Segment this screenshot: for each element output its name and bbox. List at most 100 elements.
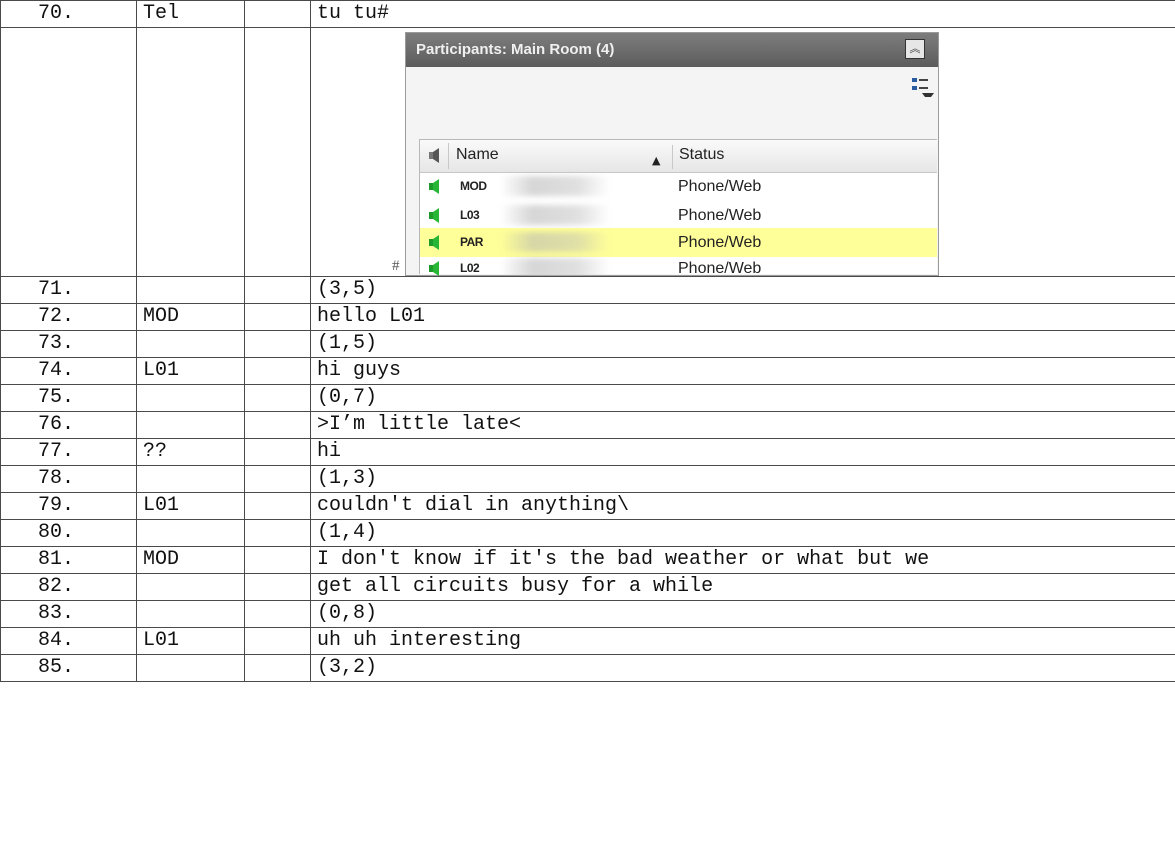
speaker-label xyxy=(136,384,245,412)
participant-row: L03 Phone/Web xyxy=(420,201,937,230)
participant-status: Phone/Web xyxy=(678,178,762,195)
transcript-row: 73. (1,5) xyxy=(0,330,1175,358)
speaker-label xyxy=(136,465,245,493)
utterance-text: (0,8) xyxy=(310,600,1175,628)
line-number: 77. xyxy=(0,438,137,466)
utterance-text: (3,2) xyxy=(310,654,1175,682)
utterance-text: tu tu# xyxy=(310,0,1175,28)
line-number: 83. xyxy=(0,600,137,628)
speaker-label: MOD xyxy=(136,546,245,574)
column-header-name: Name xyxy=(456,146,499,163)
line-number: 72. xyxy=(0,303,137,331)
line-number: 78. xyxy=(0,465,137,493)
utterance-text: >I’m little late< xyxy=(310,411,1175,439)
line-number: 70. xyxy=(0,0,137,28)
hash-mark: # xyxy=(392,258,400,274)
line-number xyxy=(0,27,137,277)
empty-cell xyxy=(244,546,311,574)
participants-panel-screenshot: Participants: Main Room (4) ︽ Name ▲ Sta… xyxy=(405,32,939,276)
transcript-row: 78. (1,3) xyxy=(0,465,1175,493)
utterance-text: couldn't dial in anything\ xyxy=(310,492,1175,520)
participant-status: Phone/Web xyxy=(678,207,762,224)
transcript-row: 84. L01 uh uh interesting xyxy=(0,627,1175,655)
participant-name: L03 xyxy=(460,208,480,222)
speaker-icon xyxy=(429,208,439,223)
screenshot-cell: # Participants: Main Room (4) ︽ Name ▲ S… xyxy=(310,27,1175,277)
utterance-text: hi xyxy=(310,438,1175,466)
transcript-row: 77. ?? hi xyxy=(0,438,1175,466)
participant-name: PAR xyxy=(460,235,483,249)
empty-cell xyxy=(244,384,311,412)
transcript-row: 75. (0,7) xyxy=(0,384,1175,412)
line-number: 73. xyxy=(0,330,137,358)
column-divider xyxy=(448,143,449,169)
line-number: 84. xyxy=(0,627,137,655)
empty-cell xyxy=(244,411,311,439)
empty-cell xyxy=(244,357,311,385)
transcript-table: 70. Tel tu tu# # Participants: Main Room… xyxy=(0,0,1175,682)
speaker-label xyxy=(136,276,245,304)
transcript-row: 81. MOD I don't know if it's the bad wea… xyxy=(0,546,1175,574)
speaker-label: MOD xyxy=(136,303,245,331)
transcript-row: 82. get all circuits busy for a while xyxy=(0,573,1175,601)
speaker-label: L01 xyxy=(136,357,245,385)
transcript-row: 80. (1,4) xyxy=(0,519,1175,547)
empty-cell xyxy=(244,627,311,655)
utterance-text: uh uh interesting xyxy=(310,627,1175,655)
speaker-label: L01 xyxy=(136,627,245,655)
speaker-label: Tel xyxy=(136,0,245,28)
participant-status: Phone/Web xyxy=(678,260,762,277)
utterance-text: hi guys xyxy=(310,357,1175,385)
participant-status: Phone/Web xyxy=(678,234,762,251)
line-number: 85. xyxy=(0,654,137,682)
transcript-row: 74. L01 hi guys xyxy=(0,357,1175,385)
transcript-row: 72. MOD hello L01 xyxy=(0,303,1175,331)
transcript-row: 70. Tel tu tu# xyxy=(0,0,1175,28)
redacted-name-blur xyxy=(500,205,610,225)
transcript-row: 79. L01 couldn't dial in anything\ xyxy=(0,492,1175,520)
empty-cell xyxy=(244,492,311,520)
empty-cell xyxy=(244,519,311,547)
utterance-text: hello L01 xyxy=(310,303,1175,331)
utterance-text: (1,3) xyxy=(310,465,1175,493)
speaker-label xyxy=(136,27,245,277)
redacted-name-blur xyxy=(500,258,610,276)
speaker-label: L01 xyxy=(136,492,245,520)
line-number: 74. xyxy=(0,357,137,385)
empty-cell xyxy=(244,0,311,28)
line-number: 76. xyxy=(0,411,137,439)
participants-grid: Name ▲ Status MOD Phone/Web L03 Phone/We… xyxy=(419,139,937,277)
speaker-label xyxy=(136,573,245,601)
column-header-status: Status xyxy=(672,145,724,169)
line-number: 71. xyxy=(0,276,137,304)
empty-cell xyxy=(244,438,311,466)
grid-header: Name ▲ Status xyxy=(420,140,937,173)
speaker-icon xyxy=(429,261,439,276)
transcript-row-screenshot: # Participants: Main Room (4) ︽ Name ▲ S… xyxy=(0,27,1175,277)
utterance-text: (3,5) xyxy=(310,276,1175,304)
utterance-text: get all circuits busy for a while xyxy=(310,573,1175,601)
speaker-icon xyxy=(429,179,439,194)
transcript-row: 71. (3,5) xyxy=(0,276,1175,304)
double-chevron-up-icon: ︽ xyxy=(905,39,925,59)
empty-cell xyxy=(244,27,311,277)
participant-name: MOD xyxy=(460,179,487,193)
line-number: 75. xyxy=(0,384,137,412)
empty-cell xyxy=(244,465,311,493)
empty-cell xyxy=(244,330,311,358)
panel-title: Participants: Main Room (4) xyxy=(416,41,615,58)
utterance-text: (0,7) xyxy=(310,384,1175,412)
panel-title-bar: Participants: Main Room (4) ︽ xyxy=(406,33,938,67)
participant-row: MOD Phone/Web xyxy=(420,172,937,201)
speaker-label xyxy=(136,600,245,628)
empty-cell xyxy=(244,303,311,331)
speaker-label xyxy=(136,411,245,439)
participant-row: L02 Phone/Web xyxy=(420,254,937,277)
participant-name: L02 xyxy=(460,261,480,275)
redacted-name-blur xyxy=(500,232,610,252)
line-number: 79. xyxy=(0,492,137,520)
sort-ascending-icon: ▲ xyxy=(652,154,661,167)
participant-row-highlighted: PAR Phone/Web xyxy=(420,228,937,257)
transcript-row: 83. (0,8) xyxy=(0,600,1175,628)
empty-cell xyxy=(244,654,311,682)
